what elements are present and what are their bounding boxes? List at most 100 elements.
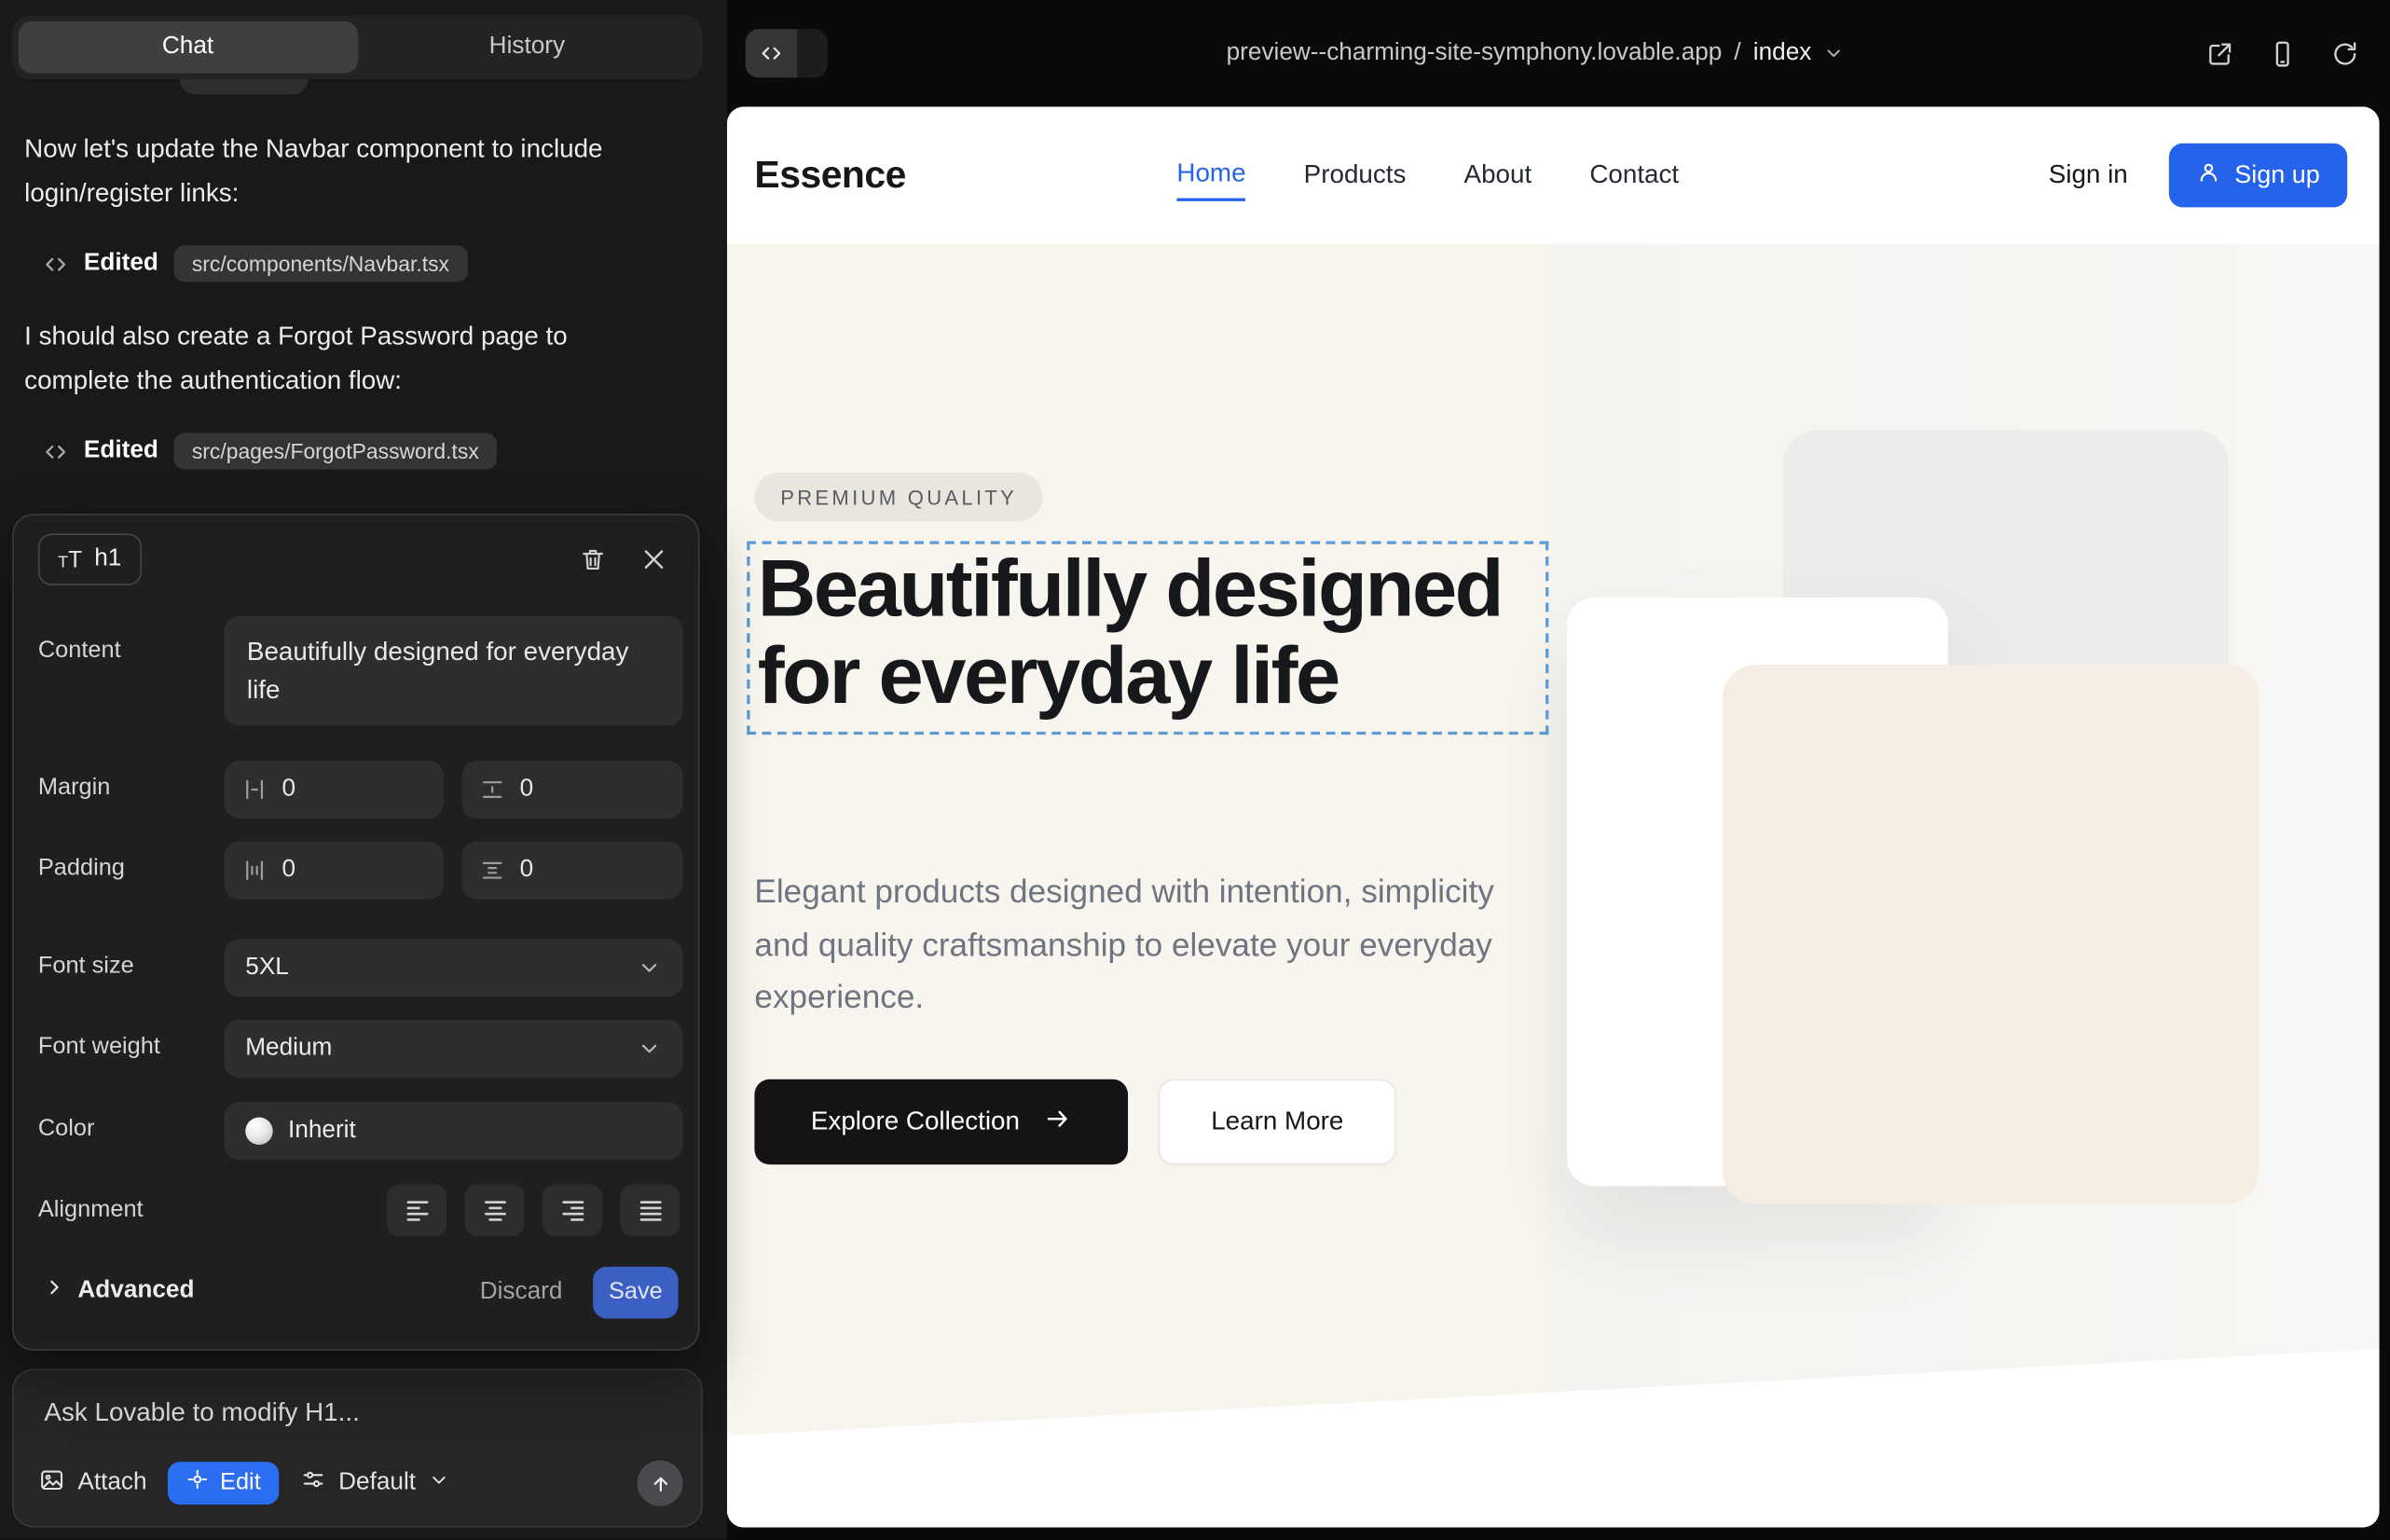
chat-message: I should also create a Forgot Password p… xyxy=(24,314,622,403)
margin-horizontal-field xyxy=(224,761,443,818)
font-weight-label: Font weight xyxy=(38,1034,160,1061)
arrow-right-icon xyxy=(1044,1105,1071,1140)
site-logo[interactable]: Essence xyxy=(754,106,905,243)
font-size-value: 5XL xyxy=(245,955,289,982)
tab-history[interactable]: History xyxy=(357,21,696,74)
edit-mode-button[interactable]: Edit xyxy=(168,1462,279,1505)
align-left-button[interactable] xyxy=(387,1185,446,1237)
chevron-down-icon xyxy=(1823,43,1845,64)
code-icon xyxy=(43,251,69,277)
quality-badge: PREMIUM QUALITY xyxy=(754,473,1042,521)
content-label: Content xyxy=(38,638,121,665)
image-icon xyxy=(38,1465,65,1501)
explore-collection-label: Explore Collection xyxy=(811,1107,1020,1137)
padding-vertical-icon xyxy=(480,859,504,883)
align-justify-button[interactable] xyxy=(621,1185,680,1237)
sign-in-link[interactable]: Sign in xyxy=(2049,106,2128,243)
nav-link-products[interactable]: Products xyxy=(1304,160,1407,191)
app-window: Chat History Now let's update the Navbar… xyxy=(0,0,2390,1540)
margin-vertical-icon xyxy=(480,777,504,802)
code-preview-toggle[interactable] xyxy=(746,29,828,77)
sign-up-button[interactable]: Sign up xyxy=(2169,144,2347,208)
chat-sidebar: Chat History Now let's update the Navbar… xyxy=(0,0,727,1540)
hero-subtext: Elegant products designed with intention… xyxy=(754,866,1498,1024)
padding-horizontal-field xyxy=(224,842,443,900)
margin-horizontal-icon xyxy=(242,777,267,802)
padding-horizontal-icon xyxy=(242,859,267,883)
preview-url: preview--charming-site-symphony.lovable.… xyxy=(1227,40,1723,67)
edit-label: Edit xyxy=(220,1469,261,1496)
chevron-down-icon xyxy=(638,1037,662,1061)
preview-pane: preview--charming-site-symphony.lovable.… xyxy=(727,0,2390,1540)
close-icon[interactable] xyxy=(634,540,674,580)
edited-file-chip[interactable]: src/components/Navbar.tsx xyxy=(173,245,467,282)
mobile-view-icon[interactable] xyxy=(2268,39,2297,68)
margin-vertical-input[interactable] xyxy=(520,776,626,803)
font-weight-value: Medium xyxy=(245,1035,332,1062)
site-navbar: Essence Home Products About Contact Sign… xyxy=(727,106,2380,243)
crosshair-icon xyxy=(186,1468,210,1499)
url-separator: / xyxy=(1734,40,1740,67)
learn-more-button[interactable]: Learn More xyxy=(1159,1079,1396,1165)
discard-button[interactable]: Discard xyxy=(480,1279,563,1306)
decor-diagonal xyxy=(727,1339,2380,1528)
composer-toolbar: Attach Edit Default xyxy=(38,1459,683,1507)
selected-element-outline[interactable]: Beautifully designed for everyday life xyxy=(747,541,1548,735)
save-button[interactable]: Save xyxy=(593,1267,679,1319)
color-swatch xyxy=(245,1118,272,1145)
font-weight-select[interactable]: Medium xyxy=(224,1020,682,1078)
preview-viewport: Essence Home Products About Contact Sign… xyxy=(727,106,2380,1527)
element-editor-panel: TT h1 Content Beautifully designed for e… xyxy=(12,514,699,1351)
code-icon xyxy=(746,29,798,77)
alignment-label: Alignment xyxy=(38,1197,144,1224)
edited-file-chip[interactable]: src/pages/ForgotPassword.tsx xyxy=(173,433,497,469)
color-select[interactable]: Inherit xyxy=(224,1102,682,1160)
edited-label: Edited xyxy=(84,250,158,277)
preview-page: index xyxy=(1753,40,1812,67)
font-size-label: Font size xyxy=(38,953,134,980)
padding-vertical-input[interactable] xyxy=(520,857,626,884)
send-button[interactable] xyxy=(638,1461,683,1506)
default-label: Default xyxy=(338,1469,416,1496)
advanced-toggle[interactable]: Advanced xyxy=(44,1277,194,1304)
nav-link-about[interactable]: About xyxy=(1464,160,1532,191)
chevron-down-icon xyxy=(428,1469,449,1498)
model-selector[interactable]: Default xyxy=(300,1466,449,1500)
hero-headline: Beautifully designed for everyday life xyxy=(758,545,1540,719)
sidebar-tabs: Chat History xyxy=(12,15,703,79)
color-label: Color xyxy=(38,1116,95,1143)
nav-link-contact[interactable]: Contact xyxy=(1589,160,1679,191)
delete-element-button[interactable] xyxy=(573,540,613,580)
site-nav-links: Home Products About Contact xyxy=(1176,106,1679,243)
sign-up-label: Sign up xyxy=(2234,161,2320,190)
align-right-button[interactable] xyxy=(543,1185,602,1237)
composer-input[interactable] xyxy=(44,1397,668,1428)
decor-shape-cream xyxy=(1723,665,2260,1204)
padding-label: Padding xyxy=(38,855,125,882)
edited-file-row: Edited src/components/Navbar.tsx xyxy=(43,242,468,285)
padding-horizontal-input[interactable] xyxy=(282,857,389,884)
preview-url-bar[interactable]: preview--charming-site-symphony.lovable.… xyxy=(880,0,2192,106)
refresh-icon[interactable] xyxy=(2330,39,2359,68)
element-tag-pill[interactable]: TT h1 xyxy=(38,533,142,585)
open-external-icon[interactable] xyxy=(2205,39,2234,68)
site-hero: PREMIUM QUALITY Beautifully designed for… xyxy=(727,244,2380,1528)
tab-chat[interactable]: Chat xyxy=(19,21,358,74)
margin-horizontal-input[interactable] xyxy=(282,776,389,803)
chevron-down-icon xyxy=(638,956,662,980)
attach-button[interactable]: Attach xyxy=(38,1465,147,1501)
preview-actions xyxy=(2205,0,2359,106)
element-tag-label: h1 xyxy=(94,545,121,572)
advanced-label: Advanced xyxy=(77,1277,194,1304)
chevron-right-icon xyxy=(44,1277,63,1304)
explore-collection-button[interactable]: Explore Collection xyxy=(754,1079,1128,1165)
sliders-icon xyxy=(300,1466,326,1500)
margin-label: Margin xyxy=(38,775,110,802)
font-size-select[interactable]: 5XL xyxy=(224,939,682,997)
align-center-button[interactable] xyxy=(465,1185,525,1237)
chat-composer: Attach Edit Default xyxy=(12,1368,703,1527)
content-textarea[interactable]: Beautifully designed for everyday life xyxy=(224,616,682,726)
margin-vertical-field xyxy=(461,761,682,818)
edited-label: Edited xyxy=(84,437,158,464)
nav-link-home[interactable]: Home xyxy=(1176,158,1245,201)
